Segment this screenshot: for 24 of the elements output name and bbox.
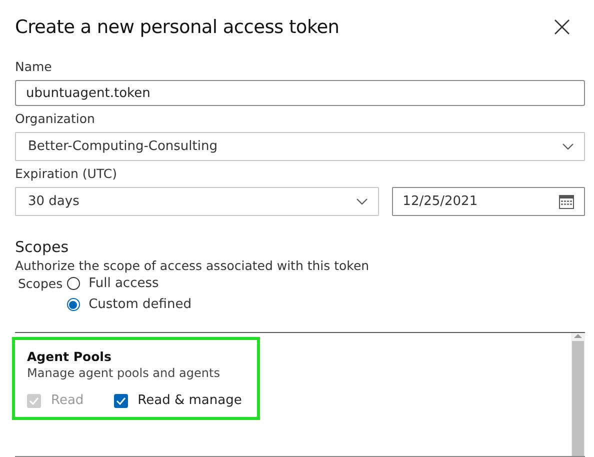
checkbox[interactable] — [114, 394, 128, 408]
section-heading: Scopes — [15, 238, 70, 256]
radio-button[interactable] — [66, 298, 80, 311]
radio-button[interactable] — [66, 277, 80, 290]
radio-option[interactable]: Full access — [66, 276, 192, 291]
field-label: Expiration (UTC) — [15, 166, 118, 181]
scope-description: Manage agent pools and agents — [27, 366, 221, 380]
group-label: Scopes — [18, 276, 63, 291]
date-field[interactable]: 12/25/2021 — [392, 187, 585, 216]
name-field[interactable]: ubuntuagent.token — [15, 80, 585, 106]
organization-dropdown[interactable]: Better-Computing-Consulting — [15, 132, 585, 161]
calendar-icon[interactable] — [559, 194, 574, 208]
chevron-down-icon — [562, 143, 574, 150]
field-label: Organization — [15, 111, 96, 126]
section-description: Authorize the scope of access associated with this token — [15, 258, 370, 273]
scope-title: Agent Pools — [27, 349, 112, 364]
scrollbar[interactable] — [571, 333, 585, 456]
chevron-down-icon — [356, 198, 368, 205]
permission-checkbox[interactable]: Read & manage — [114, 393, 242, 408]
radio-option[interactable]: Custom defined — [66, 297, 192, 312]
dialog-title: Create a new personal access token — [15, 16, 340, 38]
expiration-dropdown[interactable]: 30 days — [15, 187, 379, 216]
field-label: Name — [15, 59, 53, 74]
close-button[interactable] — [554, 19, 570, 35]
